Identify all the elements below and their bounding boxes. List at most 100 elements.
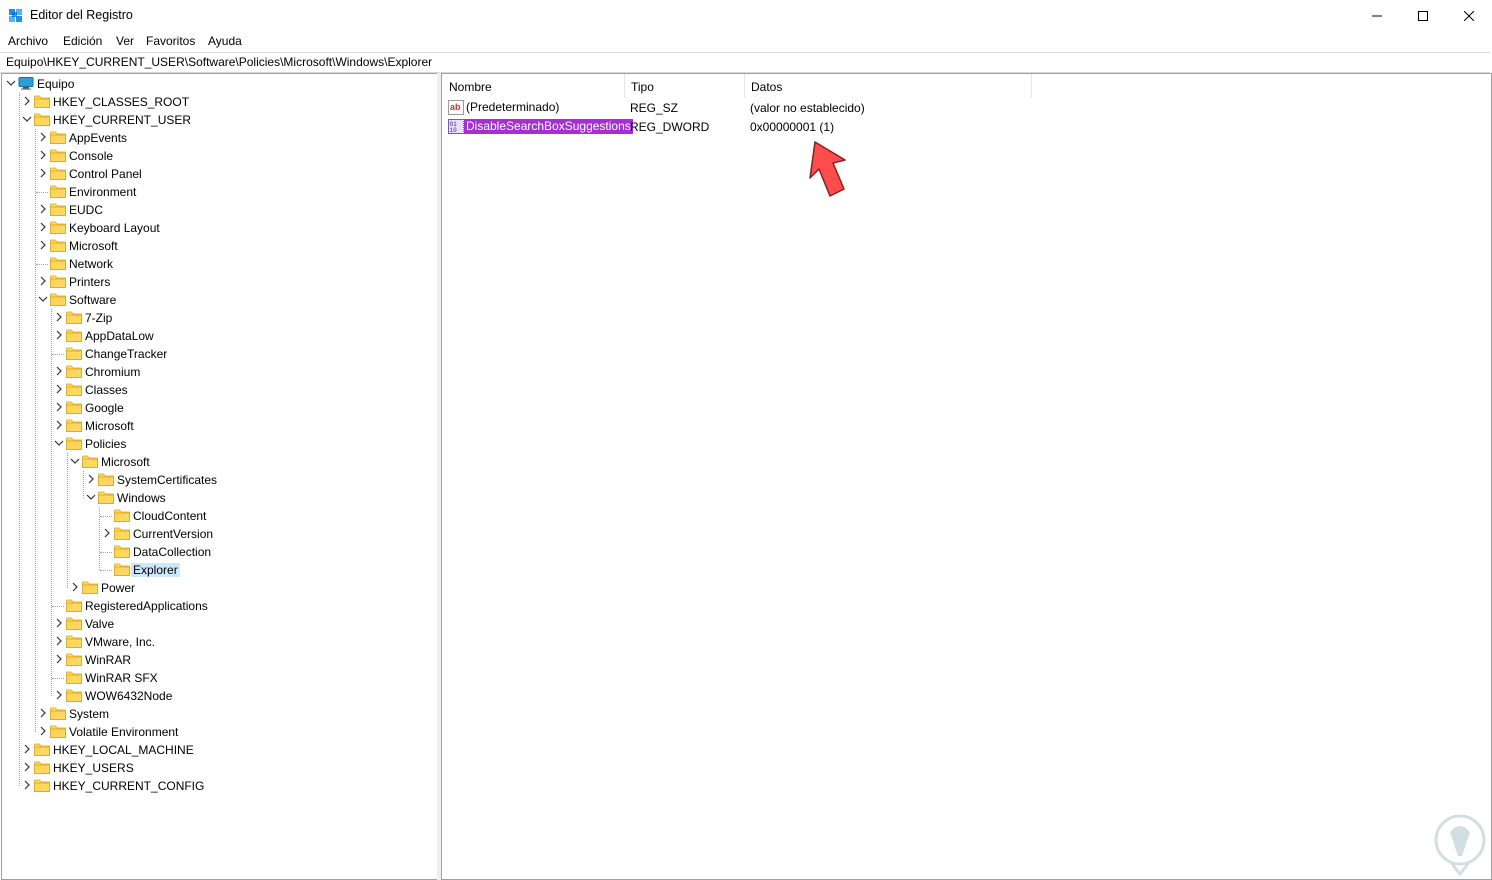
- tree-node[interactable]: HKEY_USERS: [2, 759, 437, 777]
- chevron-right-icon[interactable]: [38, 726, 48, 736]
- tree-node[interactable]: AppEvents: [2, 129, 437, 147]
- tree-node[interactable]: Microsoft: [2, 453, 437, 471]
- tree-node[interactable]: Printers: [2, 273, 437, 291]
- chevron-right-icon[interactable]: [54, 366, 64, 376]
- address-path[interactable]: Equipo\HKEY_CURRENT_USER\Software\Polici…: [6, 55, 432, 69]
- tree-node[interactable]: CurrentVersion: [2, 525, 437, 543]
- tree-node[interactable]: WOW6432Node: [2, 687, 437, 705]
- chevron-right-icon[interactable]: [38, 276, 48, 286]
- tree-node[interactable]: Console: [2, 147, 437, 165]
- tree-node[interactable]: Classes: [2, 381, 437, 399]
- close-button[interactable]: [1446, 0, 1492, 31]
- tree-node[interactable]: CloudContent: [2, 507, 437, 525]
- menu-ver[interactable]: Ver: [116, 34, 134, 48]
- chevron-down-icon[interactable]: [6, 78, 16, 88]
- tree-node[interactable]: Chromium: [2, 363, 437, 381]
- chevron-right-icon[interactable]: [22, 762, 32, 772]
- tree-node[interactable]: VMware, Inc.: [2, 633, 437, 651]
- chevron-right-icon[interactable]: [22, 780, 32, 790]
- chevron-right-icon[interactable]: [54, 618, 64, 628]
- chevron-right-icon[interactable]: [54, 690, 64, 700]
- chevron-right-icon[interactable]: [102, 528, 112, 538]
- chevron-right-icon[interactable]: [70, 582, 80, 592]
- tree-node[interactable]: 7-Zip: [2, 309, 437, 327]
- menu-archivo[interactable]: Archivo: [8, 34, 48, 48]
- chevron-right-icon[interactable]: [54, 402, 64, 412]
- chevron-right-icon[interactable]: [86, 474, 96, 484]
- tree-node[interactable]: Keyboard Layout: [2, 219, 437, 237]
- chevron-down-icon[interactable]: [70, 456, 80, 466]
- tree-node[interactable]: Environment: [2, 183, 437, 201]
- chevron-right-icon[interactable]: [38, 168, 48, 178]
- chevron-down-icon[interactable]: [22, 114, 32, 124]
- tree-node[interactable]: Windows: [2, 489, 437, 507]
- tree-node[interactable]: EUDC: [2, 201, 437, 219]
- tree-node[interactable]: RegisteredApplications: [2, 597, 437, 615]
- menu-favoritos[interactable]: Favoritos: [146, 34, 195, 48]
- chevron-right-icon[interactable]: [38, 204, 48, 214]
- tree-node-label: Google: [85, 401, 124, 415]
- tree-node[interactable]: Software: [2, 291, 437, 309]
- tree-node[interactable]: AppDataLow: [2, 327, 437, 345]
- folder-icon: [50, 275, 66, 288]
- chevron-right-icon[interactable]: [38, 708, 48, 718]
- column-header-tipo[interactable]: Tipo: [624, 74, 744, 98]
- chevron-right-icon[interactable]: [54, 312, 64, 322]
- tree-node[interactable]: Volatile Environment: [2, 723, 437, 741]
- tree-node[interactable]: Microsoft: [2, 237, 437, 255]
- folder-icon: [50, 167, 66, 180]
- chevron-right-icon[interactable]: [54, 654, 64, 664]
- chevron-right-icon[interactable]: [38, 132, 48, 142]
- value-row[interactable]: ab (Predeterminado) REG_SZ (valor no est…: [442, 98, 1042, 117]
- tree-node[interactable]: HKEY_CURRENT_CONFIG: [2, 777, 437, 795]
- folder-icon: [66, 437, 82, 450]
- chevron-right-icon[interactable]: [38, 240, 48, 250]
- tree-node[interactable]: WinRAR SFX: [2, 669, 437, 687]
- column-header-nombre[interactable]: Nombre: [442, 74, 624, 98]
- folder-icon: [50, 149, 66, 162]
- folder-icon: [114, 545, 130, 558]
- tree-node[interactable]: Explorer: [2, 561, 437, 579]
- tree-node[interactable]: Power: [2, 579, 437, 597]
- chevron-right-icon[interactable]: [22, 744, 32, 754]
- maximize-button[interactable]: [1400, 0, 1446, 31]
- value-row-selected[interactable]: 01 10 DisableSearchBoxSuggestions REG_DW…: [442, 117, 1042, 136]
- chevron-right-icon[interactable]: [38, 222, 48, 232]
- chevron-right-icon[interactable]: [54, 636, 64, 646]
- address-bar[interactable]: Equipo\HKEY_CURRENT_USER\Software\Polici…: [0, 52, 1490, 73]
- tree-node[interactable]: ChangeTracker: [2, 345, 437, 363]
- tree-node[interactable]: HKEY_CLASSES_ROOT: [2, 93, 437, 111]
- tree-node-label: RegisteredApplications: [85, 599, 208, 613]
- chevron-right-icon[interactable]: [38, 150, 48, 160]
- chevron-right-icon[interactable]: [54, 330, 64, 340]
- tree-node[interactable]: System: [2, 705, 437, 723]
- tree-node[interactable]: Network: [2, 255, 437, 273]
- column-separator[interactable]: [1031, 74, 1032, 98]
- folder-icon: [98, 473, 114, 486]
- minimize-button[interactable]: [1354, 0, 1400, 31]
- column-header-datos[interactable]: Datos: [744, 74, 1032, 98]
- tree-node[interactable]: Control Panel: [2, 165, 437, 183]
- tree-node[interactable]: HKEY_LOCAL_MACHINE: [2, 741, 437, 759]
- tree-node[interactable]: Policies: [2, 435, 437, 453]
- tree-node-label: HKEY_USERS: [53, 761, 134, 775]
- chevron-down-icon[interactable]: [54, 438, 64, 448]
- tree-node[interactable]: Valve: [2, 615, 437, 633]
- menu-ayuda[interactable]: Ayuda: [208, 34, 242, 48]
- tree-node[interactable]: DataCollection: [2, 543, 437, 561]
- tree-node[interactable]: Microsoft: [2, 417, 437, 435]
- menu-edicion[interactable]: Edición: [63, 34, 102, 48]
- values-list[interactable]: Nombre Tipo Datos ab (Predeterminado) RE…: [441, 73, 1492, 880]
- tree-node[interactable]: HKEY_CURRENT_USER: [2, 111, 437, 129]
- value-name: DisableSearchBoxSuggestions: [463, 118, 634, 135]
- chevron-right-icon[interactable]: [54, 384, 64, 394]
- registry-tree[interactable]: Equipo HKEY_CLASSES_ROOT HKEY_CURRENT_USER…: [1, 73, 438, 880]
- chevron-right-icon[interactable]: [22, 96, 32, 106]
- chevron-down-icon[interactable]: [38, 294, 48, 304]
- chevron-down-icon[interactable]: [86, 492, 96, 502]
- tree-node[interactable]: WinRAR: [2, 651, 437, 669]
- tree-node[interactable]: Google: [2, 399, 437, 417]
- chevron-right-icon[interactable]: [54, 420, 64, 430]
- tree-node[interactable]: Equipo: [2, 75, 437, 93]
- tree-node[interactable]: SystemCertificates: [2, 471, 437, 489]
